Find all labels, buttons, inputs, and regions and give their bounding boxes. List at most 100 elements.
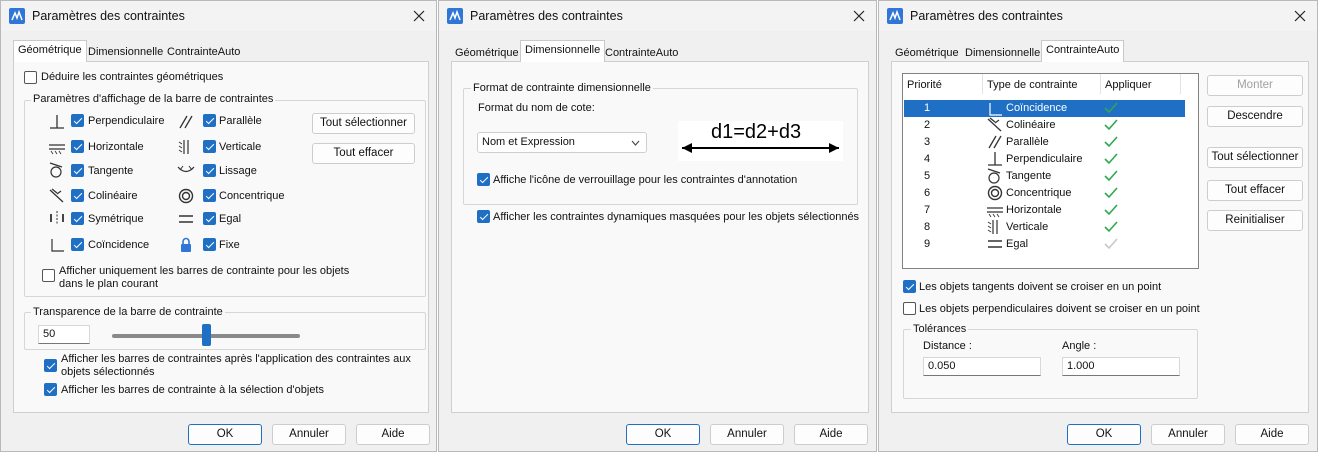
ok-button[interactable]: OK — [188, 424, 262, 445]
table-row[interactable]: 6 Concentrique — [904, 185, 1185, 202]
check-disabled-icon[interactable] — [1104, 238, 1118, 250]
tab-dimensional[interactable]: Dimensionnelle — [84, 43, 167, 63]
ok-button[interactable]: OK — [1067, 424, 1141, 445]
collinear-checkbox[interactable] — [71, 189, 84, 202]
close-button[interactable] — [402, 1, 436, 31]
current-plane-only-label: Afficher uniquement les barres de contra… — [59, 265, 350, 277]
cancel-button[interactable]: Annuler — [1151, 424, 1225, 445]
tab-geometric[interactable]: Géométrique — [13, 40, 87, 62]
column-header-apply[interactable]: Appliquer — [1101, 74, 1181, 94]
vertical-icon — [178, 140, 189, 154]
vertical-checkbox[interactable] — [203, 140, 216, 153]
table-row[interactable]: 7 Horizontale — [904, 202, 1185, 219]
ok-button[interactable]: OK — [626, 424, 700, 445]
vertical-icon — [987, 220, 998, 234]
check-icon[interactable] — [1104, 136, 1118, 148]
table-row[interactable]: 8 Verticale — [904, 219, 1185, 236]
smooth-label: Lissage — [219, 165, 257, 177]
check-icon[interactable] — [1104, 170, 1118, 182]
move-down-button[interactable]: Descendre — [1207, 106, 1303, 127]
parallel-icon — [179, 115, 193, 129]
tab-autoconstrain[interactable]: ContrainteAuto — [163, 43, 244, 63]
parallel-checkbox[interactable] — [203, 114, 216, 127]
row-type: Concentrique — [1006, 187, 1072, 199]
infer-constraints-checkbox[interactable] — [24, 71, 37, 84]
table-row[interactable]: 1 Coïncidence — [904, 100, 1185, 117]
show-lock-icon-checkbox[interactable] — [477, 173, 490, 186]
check-icon[interactable] — [1104, 204, 1118, 216]
coincident-icon — [51, 239, 64, 252]
fixed-checkbox[interactable] — [203, 238, 216, 251]
equal-checkbox[interactable] — [203, 212, 216, 225]
perpendicular-intersect-checkbox[interactable] — [903, 302, 916, 315]
check-icon[interactable] — [1104, 153, 1118, 165]
help-button[interactable]: Aide — [794, 424, 868, 445]
current-plane-only-label-line2: dans le plan courant — [59, 278, 159, 290]
coincident-checkbox[interactable] — [71, 238, 84, 251]
show-after-apply-checkbox[interactable] — [44, 359, 57, 372]
tangent-intersect-label: Les objets tangents doivent se croiser e… — [919, 281, 1162, 293]
row-type: Coïncidence — [1006, 102, 1068, 114]
tab-autoconstrain[interactable]: ContrainteAuto — [1041, 40, 1125, 62]
reset-button[interactable]: Reinitialiser — [1207, 210, 1303, 231]
tab-dimensional[interactable]: Dimensionnelle — [520, 40, 606, 62]
row-priority: 8 — [924, 221, 931, 233]
clear-all-button[interactable]: Tout effacer — [1207, 180, 1303, 201]
close-button[interactable] — [842, 1, 876, 31]
table-row[interactable]: 2 Colinéaire — [904, 117, 1185, 134]
move-up-button[interactable]: Monter — [1207, 75, 1303, 96]
perpendicular-label: Perpendiculaire — [88, 115, 165, 127]
tab-panel: Priorité Type de contrainte Appliquer 1 … — [891, 61, 1309, 413]
name-format-value: Nom et Expression — [482, 136, 575, 148]
check-icon[interactable] — [1104, 102, 1118, 114]
select-all-button[interactable]: Tout sélectionner — [312, 113, 415, 134]
transparency-input[interactable]: 50 — [38, 325, 90, 344]
close-button[interactable] — [1283, 1, 1317, 31]
name-format-dropdown[interactable]: Nom et Expression — [477, 132, 647, 153]
tangent-checkbox[interactable] — [71, 164, 84, 177]
row-type: Verticale — [1006, 221, 1049, 233]
row-priority: 9 — [924, 238, 931, 250]
table-row[interactable]: 9 Egal — [904, 236, 1185, 253]
close-icon — [853, 10, 865, 22]
row-type: Tangente — [1006, 170, 1052, 182]
row-type: Egal — [1006, 238, 1029, 250]
symmetric-checkbox[interactable] — [71, 212, 84, 225]
show-on-select-checkbox[interactable] — [44, 383, 57, 396]
distance-input[interactable]: 0.050 — [923, 357, 1041, 376]
row-type: Colinéaire — [1006, 119, 1056, 131]
cancel-button[interactable]: Annuler — [272, 424, 346, 445]
row-type: Perpendiculaire — [1006, 153, 1083, 165]
chevron-down-icon — [631, 140, 640, 146]
help-button[interactable]: Aide — [356, 424, 430, 445]
check-icon[interactable] — [1104, 187, 1118, 199]
table-row[interactable]: 4 Perpendiculaire — [904, 151, 1185, 168]
column-header-priority[interactable]: Priorité — [903, 74, 983, 94]
clear-all-button[interactable]: Tout effacer — [312, 143, 415, 164]
show-hidden-dynamic-checkbox[interactable] — [477, 210, 490, 223]
perpendicular-checkbox[interactable] — [71, 114, 84, 127]
select-all-button[interactable]: Tout sélectionner — [1207, 147, 1303, 168]
row-priority: 7 — [924, 204, 931, 216]
table-row[interactable]: 3 Parallèle — [904, 134, 1185, 151]
check-icon[interactable] — [1104, 119, 1118, 131]
help-button[interactable]: Aide — [1235, 424, 1309, 445]
transparency-slider-thumb[interactable] — [201, 324, 211, 346]
title-bar: Paramètres des contraintes — [1, 1, 436, 31]
cancel-button[interactable]: Annuler — [710, 424, 784, 445]
column-header-type[interactable]: Type de contrainte — [983, 74, 1101, 94]
horizontal-checkbox[interactable] — [71, 140, 84, 153]
current-plane-only-checkbox[interactable] — [42, 269, 55, 282]
constraint-priority-table: Priorité Type de contrainte Appliquer 1 … — [902, 73, 1199, 269]
smooth-checkbox[interactable] — [203, 164, 216, 177]
concentric-checkbox[interactable] — [203, 189, 216, 202]
smooth-icon — [177, 165, 195, 173]
check-icon[interactable] — [1104, 221, 1118, 233]
equal-label: Egal — [219, 213, 242, 225]
table-row[interactable]: 5 Tangente — [904, 168, 1185, 185]
coincident-icon — [989, 103, 1002, 116]
tangent-intersect-checkbox[interactable] — [903, 280, 916, 293]
title-bar: Paramètres des contraintes — [439, 1, 876, 31]
angle-input[interactable]: 1.000 — [1062, 357, 1180, 376]
horizontal-icon — [987, 207, 1003, 218]
